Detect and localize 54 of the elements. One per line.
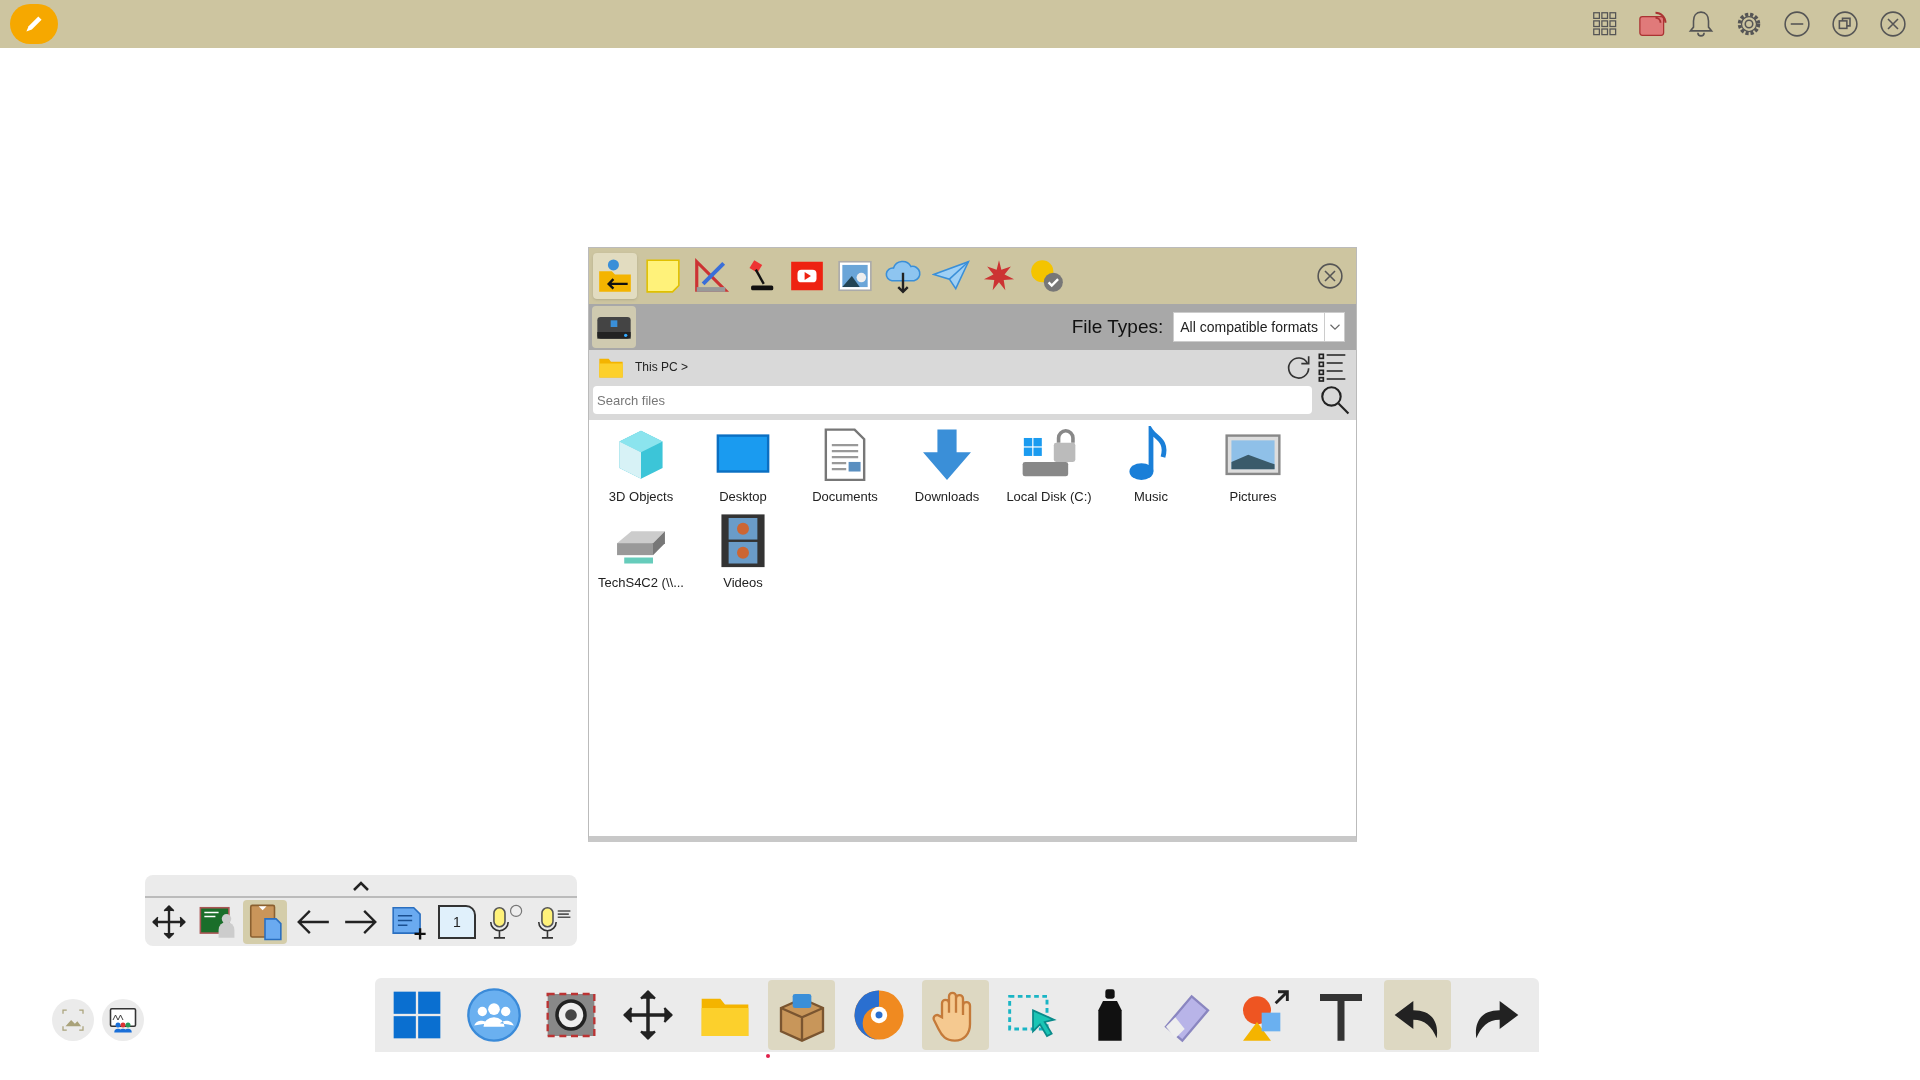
restore-icon [1830,9,1860,39]
people-group-icon [465,987,522,1043]
item-label: Downloads [914,487,980,506]
box-tool-button[interactable] [768,980,835,1050]
close-button[interactable] [1314,260,1346,292]
item-label: TechS4C2 (\\... [598,573,684,592]
item-label: Pictures [1229,487,1277,506]
folder-item[interactable]: Music [1100,426,1202,506]
folder-item[interactable]: Pictures [1202,426,1304,506]
cast-button[interactable] [1638,9,1668,39]
item-label: Documents [812,487,878,506]
close-button[interactable] [1878,9,1908,39]
board-button[interactable] [102,999,144,1041]
move-arrows-icon [150,903,188,941]
undo-tool-button[interactable] [1384,980,1451,1050]
import-tab[interactable] [593,253,637,299]
item-label: 3D Objects [608,487,674,506]
folder-arrow-icon [596,257,634,295]
ruler-pencil-icon [692,257,730,295]
file-types-dropdown[interactable]: All compatible formats [1173,312,1345,342]
folder-item[interactable]: 3D Objects [590,426,692,506]
breadcrumb-link[interactable]: This PC > [635,358,688,376]
folder-item[interactable]: Local Disk (C:) [998,426,1100,506]
item-label: Local Disk (C:) [1006,487,1092,506]
clipboard-tool-button[interactable] [243,900,287,944]
folder-item[interactable]: Desktop [692,426,794,506]
drive-button[interactable] [592,306,636,348]
minimize-icon [1782,9,1812,39]
folder-item[interactable]: Videos [692,512,794,592]
folder-item[interactable]: Documents [794,426,896,506]
close-icon [1315,261,1345,291]
frame-button[interactable] [52,999,94,1041]
item-label: Desktop [719,487,767,506]
item-label: Videos [723,573,763,592]
list-view-icon [1316,351,1348,383]
sticky-note-icon [644,257,682,295]
bell-button[interactable] [1686,9,1716,39]
bell-icon [1686,9,1716,39]
hand-tool-button[interactable] [922,980,989,1050]
restore-button[interactable] [1830,9,1860,39]
search-button[interactable] [1318,383,1352,417]
dropdown-value: All compatible formats [1179,317,1319,337]
search-icon [1318,383,1352,417]
cast-icon [1638,9,1668,39]
file-types-label: File Types: [1071,314,1164,339]
close-icon [1878,9,1908,39]
minimize-button[interactable] [1782,9,1812,39]
folder-item[interactable]: TechS4C2 (\\... [590,512,692,592]
search-field[interactable]: Search files [593,386,1312,414]
list-view-button[interactable] [1316,351,1348,383]
whiteboard-people-icon [108,1005,138,1035]
item-label: Music [1134,487,1168,506]
help-check-icon [1028,257,1066,295]
folder-item[interactable]: Downloads [896,426,998,506]
